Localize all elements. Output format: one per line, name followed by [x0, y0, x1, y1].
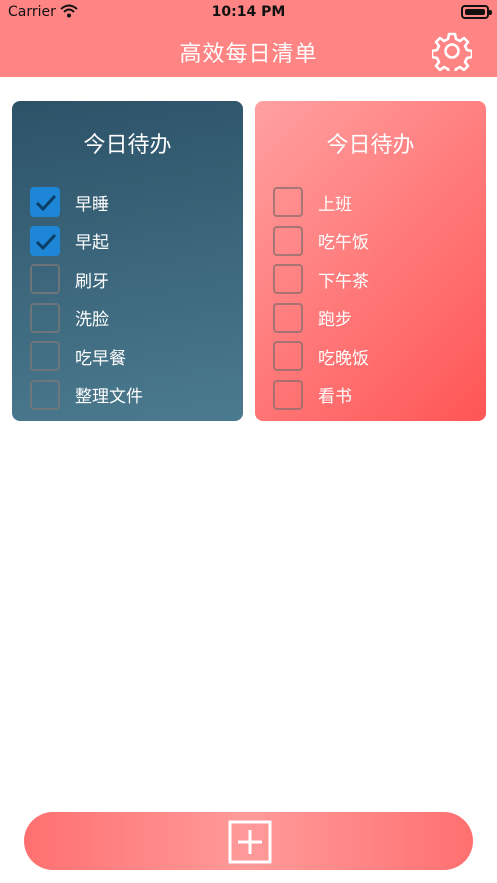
list-item[interactable]: 刷牙	[30, 260, 230, 299]
checkbox[interactable]	[30, 341, 60, 372]
checkbox-checked[interactable]	[30, 225, 60, 256]
item-label: 上班	[318, 194, 352, 215]
item-label: 吃早餐	[75, 348, 126, 369]
item-label: 下午茶	[318, 271, 369, 292]
page-title: 高效每日清单	[179, 42, 318, 67]
app-header: Carrier 10:14 PM 高效每日清单	[0, 0, 497, 77]
checkbox[interactable]	[273, 187, 303, 218]
item-label: 看书	[318, 387, 352, 408]
item-label: 吃晚饭	[318, 348, 369, 369]
list-item[interactable]: 吃午饭	[273, 222, 473, 261]
status-time: 10:14 PM	[211, 4, 286, 20]
checkbox[interactable]	[30, 264, 60, 295]
add-list-button[interactable]	[24, 812, 473, 870]
todo-card-morning: 今日待办 早睡 早起 刷牙 洗脸 吃早餐 整理文件	[12, 101, 243, 421]
checkbox[interactable]	[273, 379, 303, 410]
todo-card-afternoon: 今日待办 上班 吃午饭 下午茶 跑步 吃晚饭 看书	[255, 101, 486, 421]
item-label: 刷牙	[75, 271, 109, 292]
list-item[interactable]: 吃晚饭	[273, 337, 473, 376]
item-label: 吃午饭	[318, 233, 369, 254]
checkbox[interactable]	[273, 341, 303, 372]
status-bar: Carrier 10:14 PM	[0, 0, 497, 26]
item-label: 早睡	[75, 194, 109, 215]
list-item[interactable]: 整理文件	[30, 376, 230, 415]
item-label: 整理文件	[75, 387, 143, 408]
checkbox[interactable]	[273, 264, 303, 295]
list-item[interactable]: 早起	[30, 222, 230, 261]
card-title: 今日待办	[326, 133, 415, 158]
gear-icon[interactable]	[430, 31, 474, 76]
list-item[interactable]: 看书	[273, 376, 473, 415]
list-item[interactable]: 吃早餐	[30, 337, 230, 376]
item-label: 跑步	[318, 310, 352, 331]
item-label: 洗脸	[75, 310, 109, 331]
list-item[interactable]: 洗脸	[30, 299, 230, 338]
item-label: 早起	[75, 233, 109, 254]
battery-icon	[461, 5, 492, 19]
list-item[interactable]: 下午茶	[273, 260, 473, 299]
checkbox[interactable]	[273, 225, 303, 256]
list-item[interactable]: 跑步	[273, 299, 473, 338]
list-item[interactable]: 上班	[273, 183, 473, 222]
checkbox[interactable]	[30, 379, 60, 410]
card-title: 今日待办	[83, 133, 172, 158]
checkbox-checked[interactable]	[30, 187, 60, 218]
checkbox[interactable]	[273, 302, 303, 333]
checkbox[interactable]	[30, 302, 60, 333]
plus-square-icon	[228, 820, 272, 864]
list-item[interactable]: 早睡	[30, 183, 230, 222]
